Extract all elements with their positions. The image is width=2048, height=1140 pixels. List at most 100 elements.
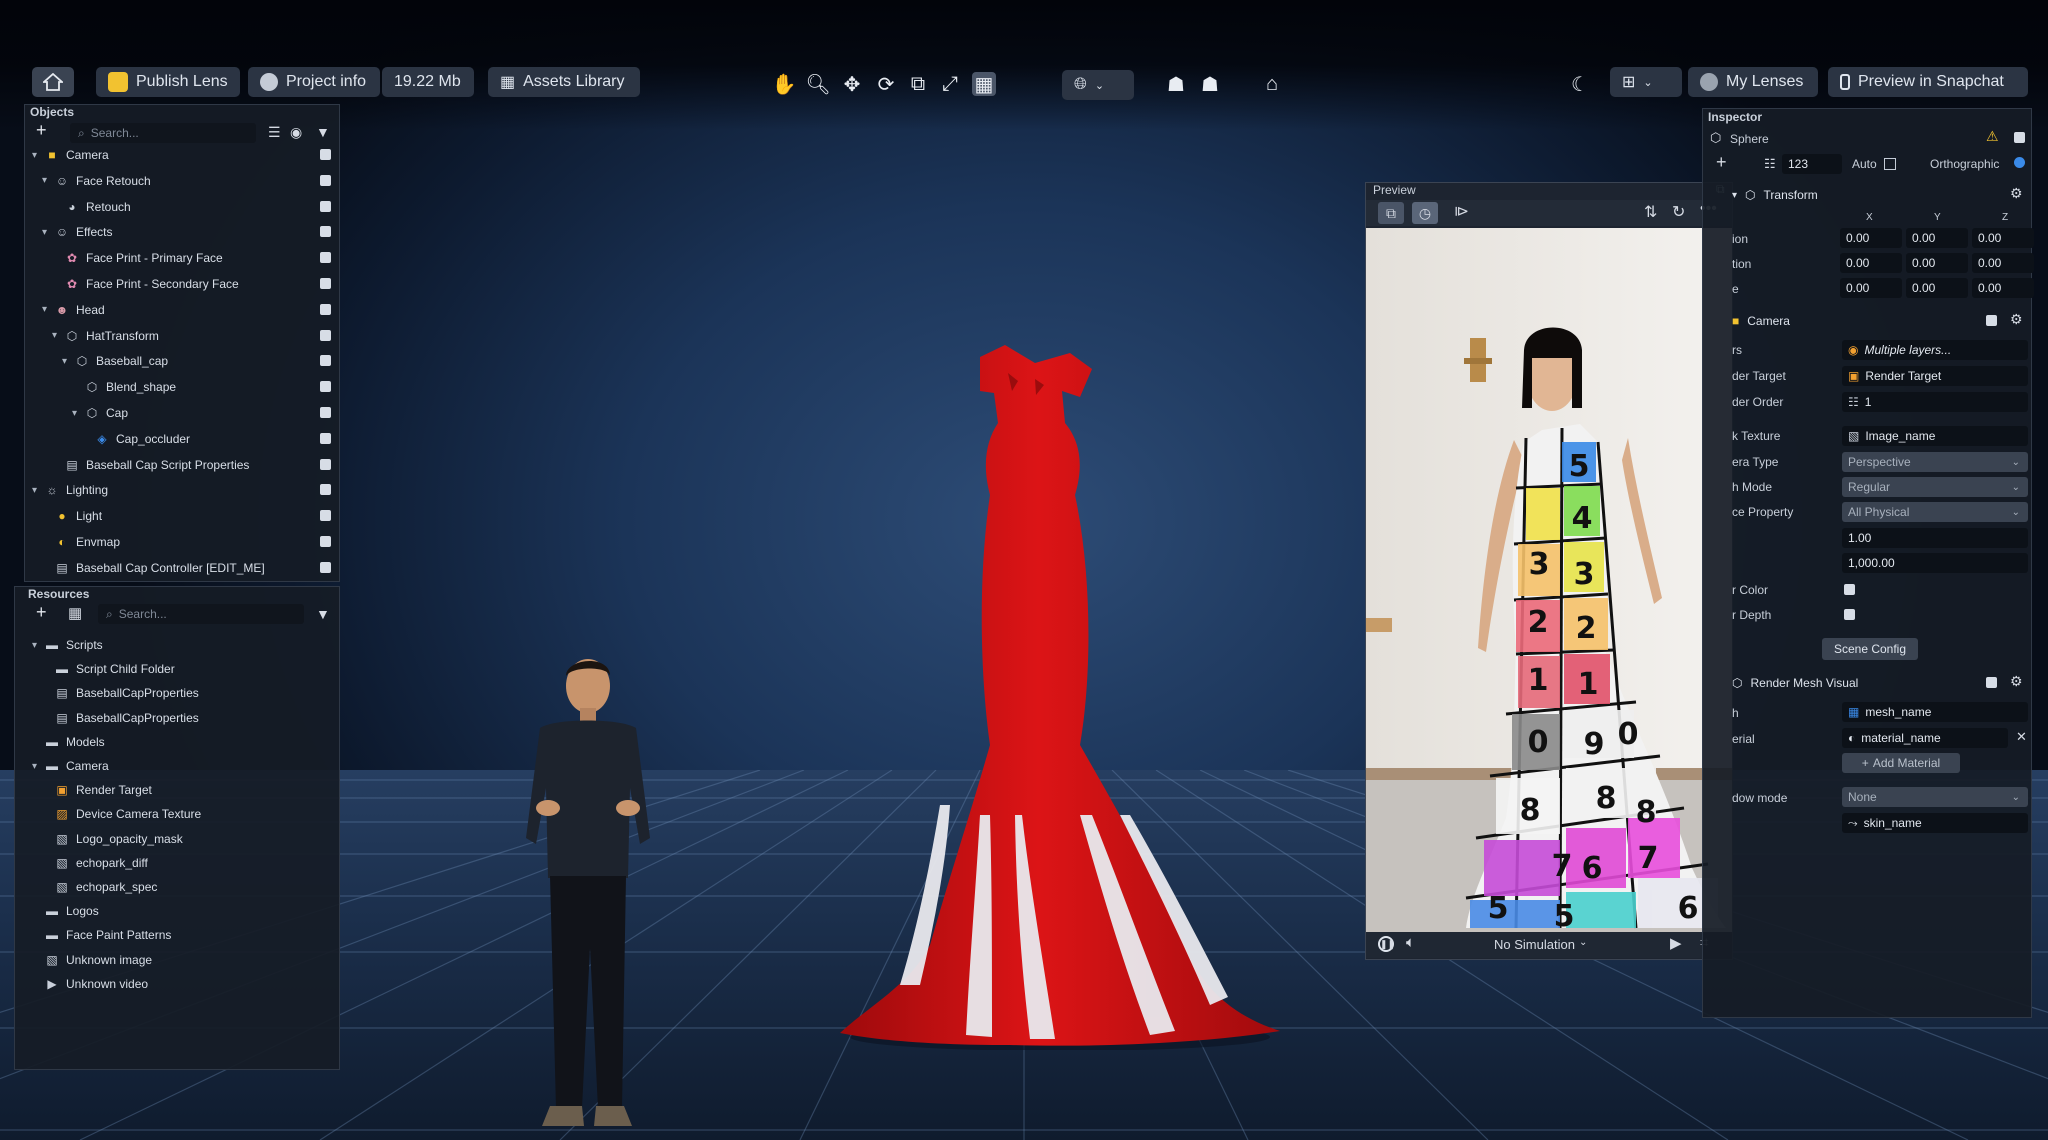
camera-property-dropdown[interactable]: Regular ⌄ bbox=[1842, 477, 2028, 497]
move-tool-icon[interactable]: ✥ bbox=[840, 72, 864, 96]
record-icon[interactable]: ▶︎ bbox=[1670, 934, 1682, 952]
visibility-checkbox[interactable] bbox=[320, 252, 331, 264]
tree-item[interactable]: ▾ ☼ Lighting bbox=[32, 479, 108, 501]
transform-value-field[interactable]: 0.00 bbox=[1906, 228, 1968, 248]
visibility-checkbox[interactable] bbox=[320, 484, 331, 496]
camera-property-field[interactable]: ▧ Image_name bbox=[1842, 426, 2028, 446]
video-input-icon[interactable]: ⧐ bbox=[1454, 202, 1469, 220]
camera-property-dropdown[interactable]: Perspective ⌄ bbox=[1842, 452, 2028, 472]
tree-item[interactable]: ▾ ▬ Camera bbox=[32, 755, 109, 777]
tree-item[interactable]: ▧ echopark_diff bbox=[42, 852, 148, 874]
visibility-checkbox[interactable] bbox=[320, 226, 331, 238]
tree-item[interactable]: ◐ Envmap bbox=[42, 531, 120, 553]
chevron-down-icon[interactable]: ▾ bbox=[32, 640, 44, 651]
visibility-checkbox[interactable] bbox=[320, 458, 331, 470]
mesh-field[interactable]: ▦ mesh_name bbox=[1842, 702, 2028, 722]
camera-property-field[interactable]: 1.00 bbox=[1842, 528, 2028, 548]
home-button[interactable] bbox=[32, 67, 74, 97]
eye-icon[interactable]: ◉ bbox=[290, 124, 302, 141]
add-component-icon[interactable]: + bbox=[1716, 152, 1727, 173]
face-tracking-icon[interactable]: ☗ bbox=[1164, 72, 1188, 96]
sync-icon[interactable]: ⇅ bbox=[1644, 202, 1657, 222]
chevron-down-icon[interactable]: ▾ bbox=[52, 330, 64, 341]
reset-icon[interactable]: ↻ bbox=[1672, 202, 1685, 222]
rotate-tool-icon[interactable]: ⟳ bbox=[874, 72, 898, 96]
visibility-checkbox[interactable] bbox=[320, 329, 331, 341]
grid-view-icon[interactable]: ▦ bbox=[68, 604, 82, 622]
visibility-checkbox[interactable] bbox=[320, 355, 331, 367]
device-preview-icon[interactable]: ⧉ bbox=[1378, 202, 1404, 224]
tree-item[interactable]: ● Light bbox=[42, 505, 102, 527]
transform-value-field[interactable]: 0.00 bbox=[1972, 253, 2034, 273]
volume-icon[interactable]: 🔈︎ bbox=[1406, 934, 1415, 951]
tree-item[interactable]: ◈ Cap_occluder bbox=[82, 428, 190, 450]
tree-item[interactable]: ⬡ Blend_shape bbox=[72, 376, 176, 398]
transform-value-field[interactable]: 0.00 bbox=[1840, 253, 1902, 273]
objects-search-input[interactable]: ⌕ Search... bbox=[70, 123, 256, 143]
camera-property-checkbox[interactable] bbox=[1844, 584, 1855, 595]
tree-item[interactable]: ✿ Face Print - Primary Face bbox=[52, 247, 223, 269]
world-space-dropdown[interactable]: 🌐︎ ⌄ bbox=[1062, 70, 1134, 100]
tree-item[interactable]: ▾ ⬡ Cap bbox=[72, 402, 128, 424]
camera-property-field[interactable]: ◉ Multiple layers... bbox=[1842, 340, 2028, 360]
hand-tool-icon[interactable]: ✋ bbox=[772, 72, 797, 96]
tree-item[interactable]: ▾ ▬ Scripts bbox=[32, 634, 103, 656]
transform-tool-icon[interactable]: ⤢ bbox=[938, 72, 962, 96]
tree-item[interactable]: ▤ BaseballCapProperties bbox=[42, 707, 198, 729]
gear-icon[interactable]: ⚙ bbox=[2010, 673, 2023, 690]
scale-tool-icon[interactable]: ⧉ bbox=[906, 72, 930, 96]
skin-field[interactable]: ⤳ skin_name bbox=[1842, 813, 2028, 833]
visibility-checkbox[interactable] bbox=[320, 381, 331, 393]
filter-icon[interactable]: ▼ bbox=[316, 606, 330, 622]
my-lenses-button[interactable]: My Lenses bbox=[1688, 67, 1818, 97]
publish-lens-button[interactable]: Publish Lens bbox=[96, 67, 240, 97]
tree-item[interactable]: ▾ ☺ Face Retouch bbox=[42, 170, 151, 192]
visibility-checkbox[interactable] bbox=[320, 278, 331, 289]
object-enabled-checkbox[interactable] bbox=[2014, 132, 2025, 143]
assets-library-button[interactable]: ▦ Assets Library bbox=[488, 67, 640, 97]
pause-icon[interactable]: ❚❚ bbox=[1378, 936, 1395, 952]
camera-property-dropdown[interactable]: All Physical ⌄ bbox=[1842, 502, 2028, 522]
visibility-checkbox[interactable] bbox=[320, 536, 331, 547]
preview-in-snapchat-button[interactable]: Preview in Snapchat bbox=[1828, 67, 2028, 97]
transform-section-header[interactable]: ▾ ⬡ Transform bbox=[1732, 184, 2032, 206]
visibility-checkbox[interactable] bbox=[320, 303, 331, 315]
dark-mode-icon[interactable]: ☾ bbox=[1568, 72, 1592, 96]
tree-item[interactable]: ▬ Script Child Folder bbox=[42, 658, 175, 680]
transform-value-field[interactable]: 0.00 bbox=[1906, 278, 1968, 298]
camera-enabled-checkbox[interactable] bbox=[1986, 315, 1997, 326]
transform-value-field[interactable]: 0.00 bbox=[1906, 253, 1968, 273]
tree-item[interactable]: ▾ ☻ Head bbox=[42, 299, 105, 321]
tree-item[interactable]: ▤ BaseballCapProperties bbox=[42, 682, 198, 704]
tree-item[interactable]: ▧ Unknown image bbox=[32, 949, 152, 971]
camera-property-field[interactable]: ☷ 1 bbox=[1842, 392, 2028, 412]
tree-item[interactable]: ✿ Face Print - Secondary Face bbox=[52, 273, 239, 295]
remove-material-icon[interactable]: ✕ bbox=[2016, 729, 2027, 745]
visibility-checkbox[interactable] bbox=[320, 407, 331, 418]
transform-value-field[interactable]: 0.00 bbox=[1972, 228, 2034, 248]
simulation-dropdown[interactable]: No Simulation ⌄ bbox=[1494, 937, 1587, 952]
tree-item[interactable]: ▣ Render Target bbox=[42, 779, 152, 801]
add-resource-icon[interactable]: + bbox=[36, 602, 47, 623]
tree-item[interactable]: ▬ Models bbox=[32, 731, 105, 753]
visibility-checkbox[interactable] bbox=[320, 561, 331, 573]
tree-item[interactable]: ▤ Baseball Cap Controller [EDIT_ME] bbox=[42, 557, 264, 579]
zoom-tool-icon[interactable]: 🔍︎ bbox=[805, 72, 830, 96]
shadow-mode-dropdown[interactable]: None ⌄ bbox=[1842, 787, 2028, 807]
tree-item[interactable]: ▧ Logo_opacity_mask bbox=[42, 828, 182, 850]
camera-property-field[interactable]: ▣ Render Target bbox=[1842, 366, 2028, 386]
visibility-checkbox[interactable] bbox=[320, 200, 331, 212]
tree-item[interactable]: ▨ Device Camera Texture bbox=[42, 803, 201, 825]
camera-feed-icon[interactable]: ◷ bbox=[1412, 202, 1438, 224]
orthographic-toggle[interactable] bbox=[2014, 157, 2025, 168]
camera-property-field[interactable]: 1,000.00 bbox=[1842, 553, 2028, 573]
tree-item[interactable]: ▾ ⬡ Baseball_cap bbox=[62, 350, 168, 372]
auto-checkbox[interactable] bbox=[1884, 158, 1896, 170]
gear-icon[interactable]: ⚙ bbox=[2010, 311, 2023, 328]
transform-value-field[interactable]: 0.00 bbox=[1840, 228, 1902, 248]
chevron-down-icon[interactable]: ▾ bbox=[62, 356, 74, 367]
camera-property-checkbox[interactable] bbox=[1844, 609, 1855, 620]
chevron-down-icon[interactable]: ▾ bbox=[42, 227, 54, 238]
transform-value-field[interactable]: 0.00 bbox=[1840, 278, 1902, 298]
chevron-down-icon[interactable]: ▾ bbox=[42, 304, 54, 315]
